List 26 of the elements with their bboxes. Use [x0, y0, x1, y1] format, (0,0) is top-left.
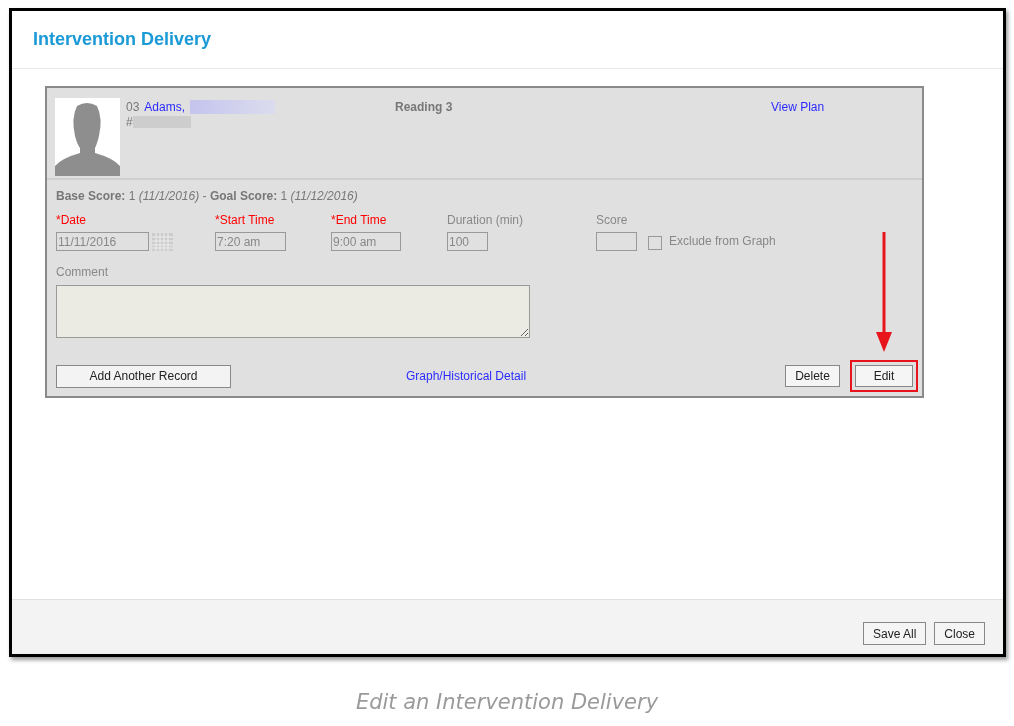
- field-label: *Start Time: [215, 212, 276, 229]
- avatar-icon: [55, 98, 120, 176]
- comment-field[interactable]: [56, 285, 530, 338]
- field-label: Duration (min): [447, 212, 525, 229]
- close-button[interactable]: Close: [934, 622, 985, 645]
- grade-text: 03: [126, 99, 140, 116]
- student-name-link[interactable]: Adams,: [144, 98, 186, 116]
- field-label: *Date: [56, 212, 88, 229]
- text-field[interactable]: [596, 232, 637, 251]
- checkbox-label: Exclude from Graph: [669, 233, 776, 250]
- graph-detail-link[interactable]: Graph/Historical Detail: [406, 367, 527, 385]
- field-label: Score: [596, 212, 629, 229]
- edit-button[interactable]: Edit: [855, 365, 913, 387]
- comment-label: Comment: [56, 264, 109, 281]
- student-id-prefix: #: [126, 116, 133, 128]
- figure-caption: Edit an Intervention Delivery: [355, 689, 659, 716]
- delete-button[interactable]: Delete: [785, 365, 840, 387]
- course-name: Reading 3: [395, 99, 454, 116]
- score-summary: Base Score: 1 (11/1/2016) - Goal Score: 1 (11/12/2016): [56, 189, 358, 203]
- calendar-icon[interactable]: [152, 232, 173, 251]
- add-record-button[interactable]: Add Another Record: [56, 364, 231, 388]
- field-label: *End Time: [331, 212, 388, 229]
- window-title: Intervention Delivery: [33, 28, 212, 51]
- exclude-checkbox[interactable]: [648, 236, 662, 250]
- view-plan-link[interactable]: View Plan: [771, 98, 825, 178]
- save-all-button[interactable]: Save All: [862, 622, 927, 645]
